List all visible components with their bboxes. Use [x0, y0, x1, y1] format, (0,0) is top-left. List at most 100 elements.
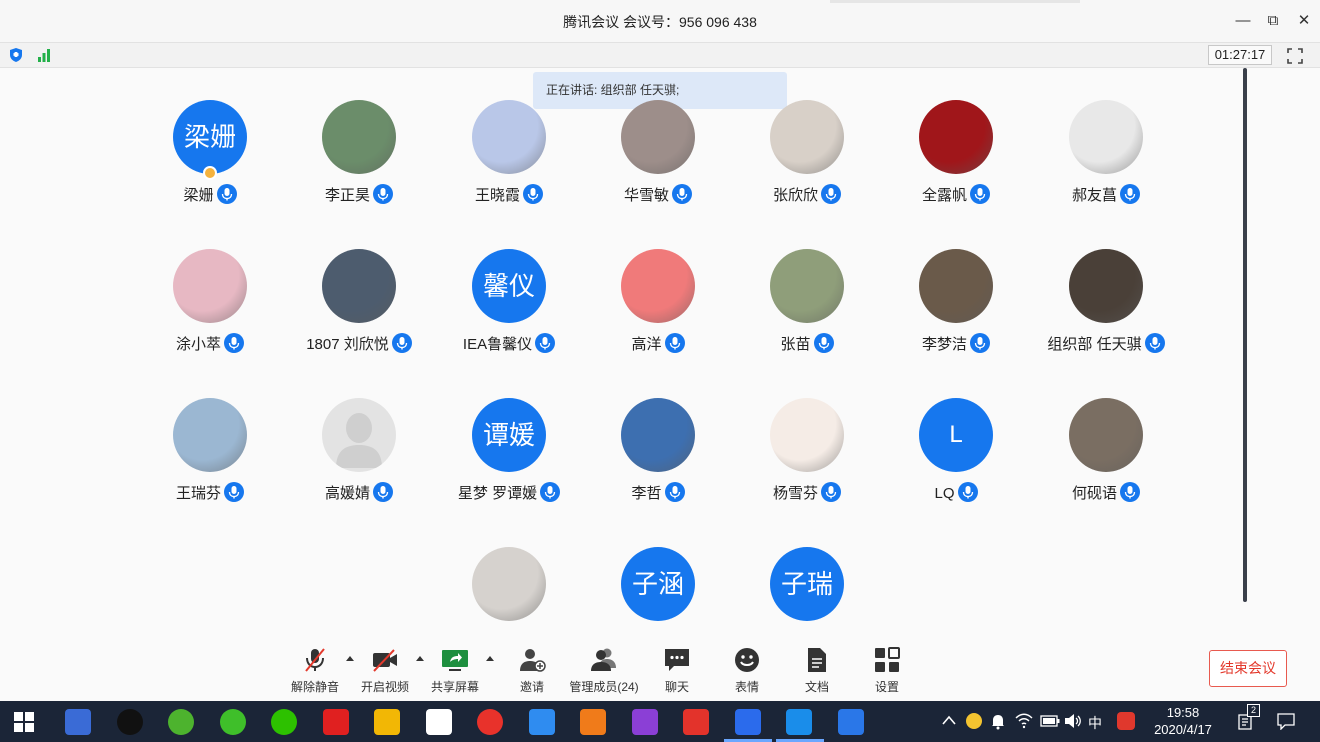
notifications-icon[interactable] — [1276, 712, 1296, 730]
signal-icon[interactable] — [36, 47, 52, 63]
mic-active-icon — [970, 184, 990, 204]
baidu-netdisk-icon[interactable] — [426, 709, 452, 735]
pdf-tool-icon[interactable] — [683, 709, 709, 735]
participant-tile[interactable]: 杨雪芬 — [732, 398, 882, 528]
system-clock[interactable]: 19:58 2020/4/17 — [1148, 704, 1218, 738]
netease-music-icon[interactable] — [477, 709, 503, 735]
status-bar: 01:27:17 — [0, 42, 1320, 68]
wechat-icon[interactable] — [271, 709, 297, 735]
participant-name-text: 郝友菖 — [1071, 187, 1117, 204]
participant-name: 组织部 任天骐 — [1031, 333, 1181, 354]
chat-icon — [665, 649, 689, 671]
bell-icon[interactable] — [990, 713, 1006, 730]
video-options-caret[interactable] — [416, 656, 424, 661]
participant-name-text: 杨雪芬 — [772, 485, 818, 502]
participant-tile[interactable]: 组织部 任天骐 — [1031, 249, 1181, 379]
participant-name-text: 高洋 — [631, 336, 662, 353]
participant-tile[interactable]: 高媛婧 — [284, 398, 434, 528]
qq-tray-icon[interactable] — [966, 713, 982, 729]
chat-button[interactable]: 聊天 — [657, 646, 697, 695]
sogou-ime-icon[interactable] — [1117, 712, 1135, 730]
participant-tile[interactable]: 张欣欣 — [732, 100, 882, 230]
participant-tile[interactable]: 何砚语 — [1031, 398, 1181, 528]
battery-icon[interactable] — [1040, 715, 1060, 727]
participant-name-text: 1807 刘欣悦 — [306, 336, 389, 353]
browser-icon[interactable] — [220, 709, 246, 735]
pc-manager-icon[interactable] — [65, 709, 91, 735]
documents-button[interactable]: 文档 — [797, 646, 837, 695]
end-meeting-button[interactable]: 结束会议 — [1209, 650, 1287, 687]
participant-name-text: 王瑞芬 — [175, 485, 221, 502]
settings-button[interactable]: 设置 — [867, 646, 907, 695]
participant-tile[interactable]: 华雪敏 — [583, 100, 733, 230]
participant-tile[interactable]: 全露帆 — [881, 100, 1031, 230]
participant-name-text: 张苗 — [780, 336, 811, 353]
apps-grid-icon — [875, 647, 900, 672]
documents-label: 文档 — [804, 680, 829, 694]
app-store-icon[interactable] — [529, 709, 555, 735]
start-video-button[interactable]: 开启视频 — [361, 646, 409, 695]
participant-name: 星梦 罗谭媛 — [434, 482, 584, 503]
emoji-button[interactable]: 表情 — [727, 646, 767, 695]
pdf-editor-icon[interactable] — [632, 709, 658, 735]
tray-expand-icon[interactable] — [942, 715, 956, 725]
participant-tile[interactable]: 馨仪 IEA鲁馨仪 — [434, 249, 584, 379]
tablet-app-icon[interactable] — [786, 709, 812, 735]
share-screen-button[interactable]: 共享屏幕 — [431, 646, 479, 695]
participant-tile[interactable]: 李正昊 — [284, 100, 434, 230]
pdf-reader-icon[interactable] — [580, 709, 606, 735]
participant-avatar: 梁姗 — [173, 100, 247, 174]
mic-active-icon — [672, 184, 692, 204]
participant-tile[interactable]: L LQ — [881, 398, 1031, 528]
participant-tile[interactable]: 张苗 — [732, 249, 882, 379]
participant-tile[interactable]: 李哲 — [583, 398, 733, 528]
shield-icon[interactable] — [8, 47, 24, 63]
participant-tile[interactable]: 高洋 — [583, 249, 733, 379]
mic-active-icon — [664, 333, 685, 353]
mic-active-icon — [535, 333, 556, 353]
participant-name: 何砚语 — [1031, 482, 1181, 503]
participant-name-text: 李正昊 — [324, 187, 370, 204]
grid-scrollbar[interactable] — [1243, 68, 1247, 602]
restore-button[interactable]: ⧉ — [1262, 10, 1284, 32]
invite-button[interactable]: 邀请 — [512, 646, 552, 695]
participant-name-text: 高媛婧 — [324, 485, 370, 502]
participant-name: 李梦洁 — [881, 333, 1031, 354]
tencent-meeting-icon[interactable] — [735, 709, 761, 735]
audio-options-caret[interactable] — [346, 656, 354, 661]
participant-tile[interactable]: 王瑞芬 — [135, 398, 285, 528]
ime-indicator[interactable]: 中 — [1088, 713, 1102, 733]
participant-name-text: 李哲 — [631, 485, 662, 502]
participant-tile[interactable]: 梁姗 梁姗 — [135, 100, 285, 230]
mic-active-icon — [970, 333, 990, 353]
participant-tile[interactable]: 李梦洁 — [881, 249, 1031, 379]
windows-start-icon[interactable] — [14, 712, 34, 732]
wps-icon[interactable] — [838, 709, 864, 735]
close-button[interactable]: ✕ — [1293, 10, 1315, 32]
qq-icon[interactable] — [117, 709, 143, 735]
participant-name: 华雪敏 — [583, 184, 733, 205]
security-app-icon[interactable] — [168, 709, 194, 735]
photo-app-icon[interactable] — [374, 709, 400, 735]
mic-active-icon — [821, 482, 841, 502]
chat-label: 聊天 — [664, 680, 689, 694]
participant-tile[interactable]: 谭媛 星梦 罗谭媛 — [434, 398, 584, 528]
fullscreen-icon[interactable] — [1286, 47, 1304, 65]
participant-name-text: 组织部 任天骐 — [1047, 336, 1142, 353]
participant-tile[interactable]: 涂小萃 — [135, 249, 285, 379]
participant-name: 杨雪芬 — [732, 482, 882, 503]
participant-tile[interactable]: 1807 刘欣悦 — [284, 249, 434, 379]
unmute-button[interactable]: 解除静音 — [291, 646, 339, 695]
participant-name-text: 全露帆 — [921, 187, 967, 204]
minimize-button[interactable]: — — [1232, 10, 1254, 32]
participant-name-text: 李梦洁 — [921, 336, 967, 353]
youdao-icon[interactable] — [323, 709, 349, 735]
window-title: 腾讯会议 会议号：956 096 438 — [563, 14, 757, 30]
manage-members-label: 管理成员(24) — [569, 680, 639, 694]
share-options-caret[interactable] — [486, 656, 494, 661]
participant-tile[interactable]: 郝友菖 — [1031, 100, 1181, 230]
manage-members-button[interactable]: 管理成员(24) — [569, 646, 639, 695]
wifi-icon[interactable] — [1015, 713, 1033, 729]
volume-icon[interactable] — [1064, 713, 1082, 729]
participant-tile[interactable]: 王晓霞 — [434, 100, 584, 230]
